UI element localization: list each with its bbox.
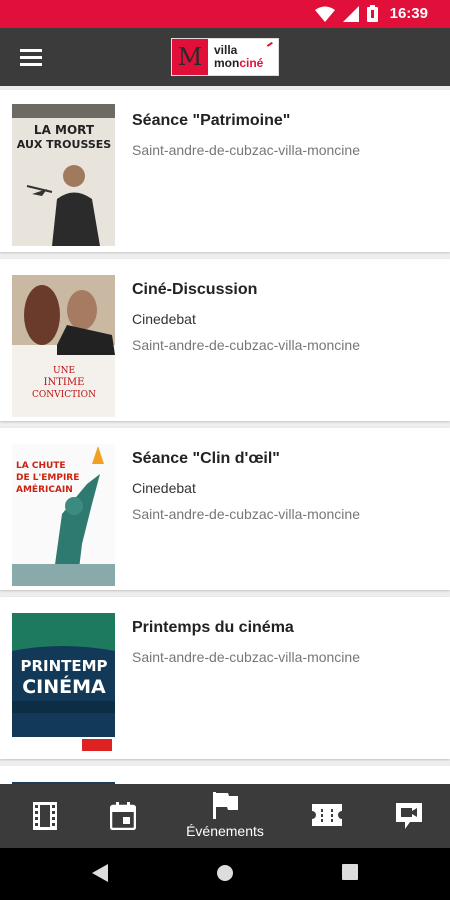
event-card[interactable]: PRINTEMP CINÉMA Printemps du cinéma Sain… <box>0 597 450 759</box>
svg-text:CINÉMA: CINÉMA <box>22 675 106 698</box>
recents-icon[interactable] <box>342 864 358 880</box>
event-card[interactable]: LA CHUTE DE L'EMPIRE AMÉRICAIN Séance "C… <box>0 428 450 590</box>
svg-text:PRINTEMP: PRINTEMP <box>20 657 107 675</box>
logo-wordmark: villa monciné <box>214 44 263 70</box>
event-poster: PRINTEMP CINÉMA <box>12 613 115 755</box>
svg-text:LA CHUTE: LA CHUTE <box>16 461 66 471</box>
bottom-navigation: Événements <box>0 784 450 848</box>
system-navigation-bar <box>0 848 450 900</box>
home-icon[interactable] <box>216 864 234 882</box>
status-bar: 16:39 <box>0 0 450 28</box>
event-poster: LA MORT AUX TROUSSES <box>12 104 115 246</box>
event-card[interactable]: UNE INTIME CONVICTION Ciné-Discussion Ci… <box>0 259 450 421</box>
video-chat-icon <box>396 803 422 829</box>
svg-text:LA MORT: LA MORT <box>34 123 95 137</box>
nav-video[interactable] <box>364 784 450 848</box>
status-icons: 16:39 <box>314 5 428 22</box>
event-venue: Saint-andre-de-cubzac-villa-moncine <box>132 142 360 158</box>
hamburger-menu-icon[interactable] <box>16 44 46 70</box>
ticket-icon <box>312 804 342 826</box>
logo-line2-cine: ciné <box>239 56 264 70</box>
event-title: Printemps du cinéma <box>132 619 294 636</box>
logo-line2: monciné <box>214 57 263 70</box>
event-venue: Saint-andre-de-cubzac-villa-moncine <box>132 506 360 522</box>
logo-line2-mon: mon <box>214 56 240 70</box>
wifi-icon <box>314 6 335 22</box>
event-venue: Saint-andre-de-cubzac-villa-moncine <box>132 649 360 665</box>
calendar-icon <box>110 802 136 830</box>
svg-text:AUX TROUSSES: AUX TROUSSES <box>17 138 112 151</box>
svg-text:CONVICTION: CONVICTION <box>32 390 96 400</box>
back-icon[interactable] <box>92 864 108 882</box>
event-title: Ciné-Discussion <box>132 281 258 298</box>
flag-icon <box>213 792 238 819</box>
film-icon <box>33 802 57 830</box>
event-category: Cinedebat <box>132 480 196 496</box>
svg-text:DE L'EMPIRE: DE L'EMPIRE <box>16 473 79 483</box>
event-venue: Saint-andre-de-cubzac-villa-moncine <box>132 337 360 353</box>
event-list: LA MORT AUX TROUSSES Séance "Patrimoine"… <box>0 86 450 784</box>
svg-text:AMÉRICAIN: AMÉRICAIN <box>16 483 73 495</box>
svg-text:INTIME: INTIME <box>44 377 85 388</box>
battery-icon <box>366 5 378 22</box>
nav-calendar[interactable] <box>78 784 168 848</box>
svg-text:UNE: UNE <box>53 366 75 376</box>
app-logo[interactable]: M villa monciné <box>171 38 279 76</box>
logo-mark: M <box>172 39 208 75</box>
logo-accent <box>266 41 276 51</box>
event-title: Séance "Clin d'œil" <box>132 450 280 467</box>
event-poster: LA CHUTE DE L'EMPIRE AMÉRICAIN <box>12 444 115 586</box>
signal-icon <box>342 5 359 22</box>
event-card-partial[interactable] <box>0 766 450 784</box>
nav-label-evenements: Événements <box>186 823 264 839</box>
app-bar: M villa monciné <box>0 28 450 86</box>
status-time: 16:39 <box>389 5 428 22</box>
event-card[interactable]: LA MORT AUX TROUSSES Séance "Patrimoine"… <box>0 90 450 252</box>
nav-tickets[interactable] <box>282 784 372 848</box>
nav-evenements[interactable]: Événements <box>180 784 270 848</box>
event-poster: UNE INTIME CONVICTION <box>12 275 115 417</box>
event-category: Cinedebat <box>132 311 196 327</box>
nav-films[interactable] <box>0 784 90 848</box>
event-title: Séance "Patrimoine" <box>132 112 291 129</box>
